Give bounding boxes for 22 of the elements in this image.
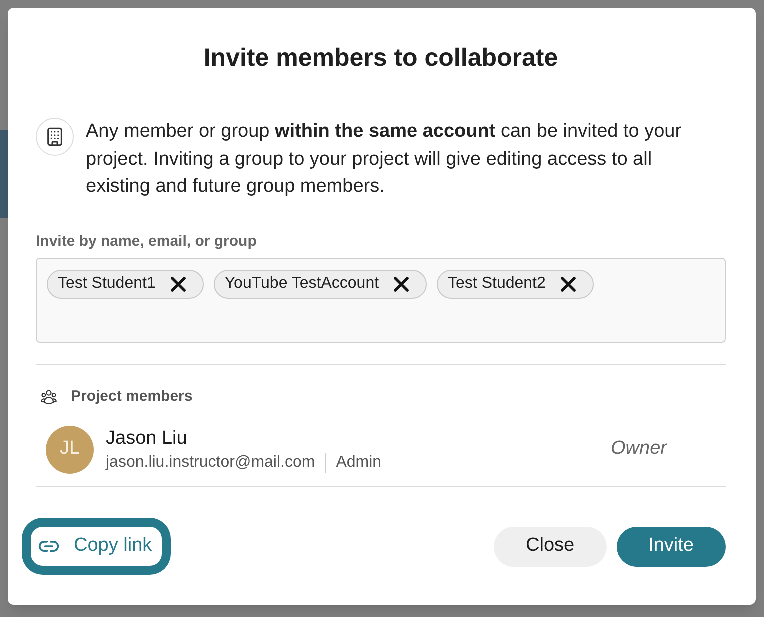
people-icon [40,388,58,406]
field-label: Invite by name, email, or group [36,232,257,252]
member-email: jason.liu.instructor@mail.com [106,452,316,472]
invite-button[interactable]: Invite [616,526,726,566]
close-icon[interactable] [560,276,576,292]
dialog-title: Invite members to collaborate [204,43,558,74]
invite-field[interactable]: Test Student1 YouTube TestAccount Test Student2 [36,258,726,342]
chip-label: Test Student2 [448,274,546,294]
close-icon[interactable] [394,276,410,292]
chip-label: Test Student1 [58,274,156,294]
link-icon [38,540,60,553]
account-role: Admin [336,452,382,472]
close-icon[interactable] [170,276,186,292]
building-icon [36,118,74,156]
copy-link-button[interactable]: Copy link [31,527,162,566]
avatar: JL [46,426,94,474]
chip-label: YouTube TestAccount [224,274,380,294]
section-heading: Project members [71,386,193,406]
notice-text: Any member or group within the same account can be invited to your project. Inviting a group to your project will give editing access to all existing and future group members. [86,120,683,199]
project-role: Owner [611,437,667,462]
close-button[interactable]: Close [494,526,607,566]
member-name: Jason Liu [106,426,188,450]
